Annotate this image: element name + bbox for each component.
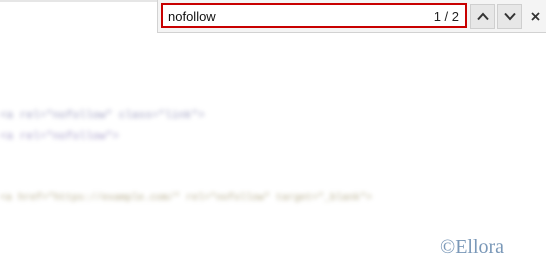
- match-count: 1 / 2: [433, 9, 459, 24]
- next-match-button[interactable]: [497, 4, 522, 29]
- close-icon: [531, 12, 540, 21]
- find-field[interactable]: 1 / 2: [161, 3, 467, 28]
- blurred-code-line: <a rel="nofollow">: [0, 131, 119, 143]
- watermark: ©Ellora: [440, 236, 505, 258]
- previous-match-button[interactable]: [470, 4, 495, 29]
- blurred-code-line: <a rel="nofollow" class="link">: [0, 110, 205, 122]
- blurred-code-line: <a href="https://example.com/" rel="nofo…: [0, 193, 373, 204]
- find-input[interactable]: [168, 7, 398, 25]
- chevron-up-icon: [477, 12, 489, 21]
- chevron-down-icon: [504, 12, 516, 21]
- page-top-edge: [0, 0, 160, 2]
- close-find-button[interactable]: [523, 4, 546, 29]
- find-bar: 1 / 2: [157, 0, 546, 33]
